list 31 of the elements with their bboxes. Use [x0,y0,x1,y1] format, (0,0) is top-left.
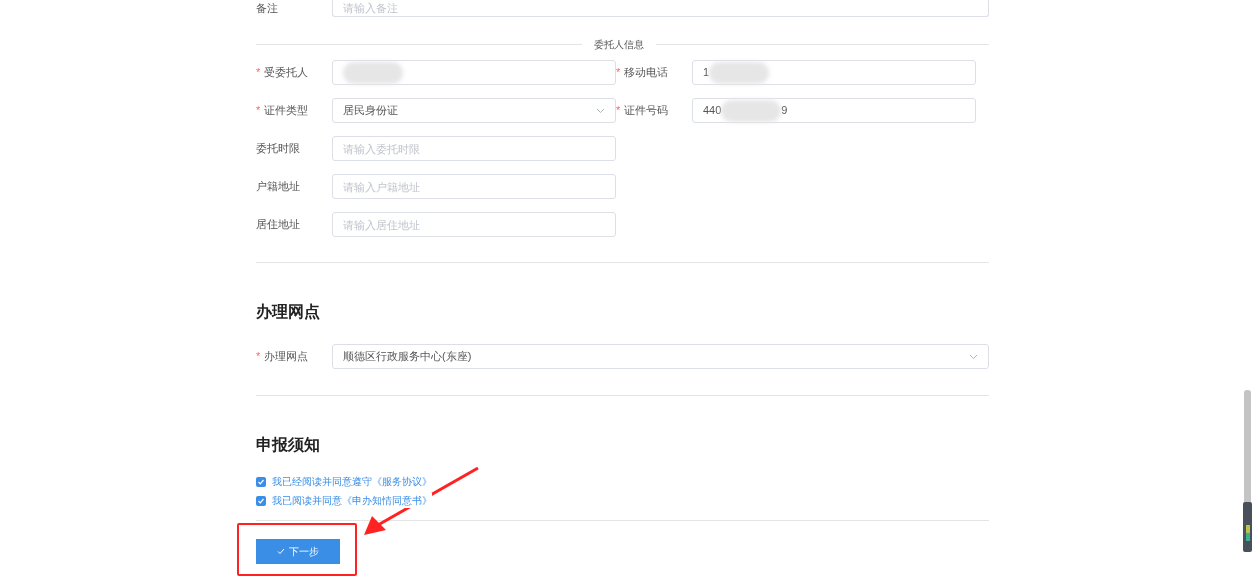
checkbox[interactable] [256,495,266,506]
blurred-text [343,61,403,84]
select-field[interactable]: 居民身份证 [332,98,616,123]
check-icon [277,548,285,555]
field-label: 居住地址 [256,217,300,233]
agreement-link[interactable]: 我已阅读并同意《申办知情同意书》 [272,493,432,508]
required-mark: * [256,103,261,119]
field-label: 备注 [256,1,279,17]
chevron-down-icon [969,353,978,360]
required-mark: * [256,65,261,81]
chevron-down-icon [596,107,605,114]
input-field[interactable] [332,60,616,85]
section-title: 委托人信息 [593,37,645,52]
input-field[interactable]: 1 [692,60,976,85]
field-label: 证件类型 [264,103,309,119]
select-field[interactable]: 顺德区行政服务中心(东座) [332,344,989,369]
required-mark: * [616,65,621,81]
required-mark: * [616,103,621,119]
required-mark: * [256,349,261,365]
field-label: 办理网点 [264,349,309,365]
checkbox[interactable] [256,476,266,487]
section-heading: 办理网点 [256,302,321,322]
field-label: 户籍地址 [256,179,300,195]
field-label: 移动电话 [624,65,669,81]
field-label: 受委托人 [264,65,309,81]
input-field[interactable]: 440 9 [692,98,976,123]
section-heading: 申报须知 [256,435,321,455]
blurred-text [721,99,782,122]
blurred-text [709,61,770,84]
field-label: 证件号码 [624,103,669,119]
field-label: 委托时限 [256,141,300,157]
